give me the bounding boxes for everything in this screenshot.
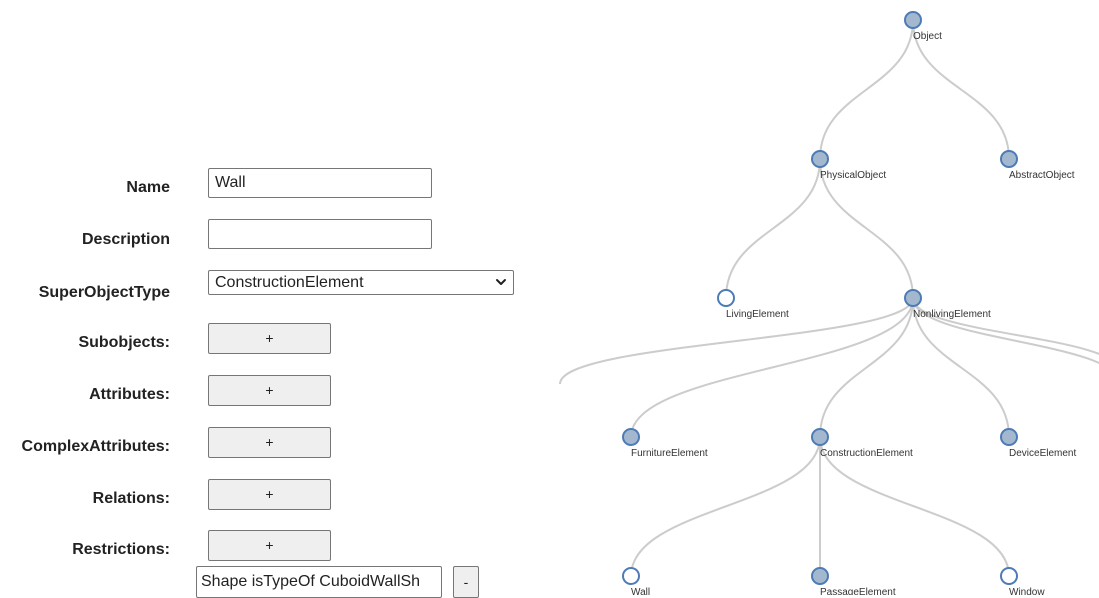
tree-node-wall[interactable]: Wall <box>622 567 650 595</box>
tree-links <box>559 19 1099 577</box>
tree-node-circle[interactable] <box>904 11 922 29</box>
object-type-tree: Object PhysicalObject AbstractObject Living… <box>559 11 1099 595</box>
tree-node-circle[interactable] <box>811 567 829 585</box>
tree-node-nonliving[interactable]: NonlivingElement <box>904 289 991 320</box>
tree-node-label: NonlivingElement <box>913 309 991 320</box>
tree-node-abstract[interactable]: AbstractObject <box>1000 150 1075 181</box>
tree-node-label: ConstructionElement <box>820 448 913 459</box>
tree-node-living[interactable]: LivingElement <box>717 289 789 320</box>
tree-node-label: DeviceElement <box>1009 448 1076 459</box>
tree-link-nonliving-construction <box>819 297 914 438</box>
tree-nodes: Object PhysicalObject AbstractObject Living… <box>622 11 1076 595</box>
tree-node-passage[interactable]: PassageElement <box>811 567 896 595</box>
tree-node-label: Window <box>1009 587 1045 595</box>
tree-node-furniture[interactable]: FurnitureElement <box>622 428 708 459</box>
tree-node-circle[interactable] <box>811 428 829 446</box>
tree-node-circle[interactable] <box>622 428 640 446</box>
tree-node-circle[interactable] <box>717 289 735 307</box>
tree-node-label: PassageElement <box>820 587 896 595</box>
tree-node-label: AbstractObject <box>1009 170 1075 181</box>
tree-node-circle[interactable] <box>1000 567 1018 585</box>
tree-node-label: Object <box>913 31 942 42</box>
tree-node-circle[interactable] <box>1000 428 1018 446</box>
tree-node-window[interactable]: Window <box>1000 567 1045 595</box>
tree-node-label: FurnitureElement <box>631 448 708 459</box>
tree-node-construction[interactable]: ConstructionElement <box>811 428 913 459</box>
tree-node-circle[interactable] <box>622 567 640 585</box>
tree-node-label: Wall <box>631 587 650 595</box>
tree-node-device[interactable]: DeviceElement <box>1000 428 1076 459</box>
tree-node-circle[interactable] <box>811 150 829 168</box>
tree-node-label: PhysicalObject <box>820 170 886 181</box>
tree-node-physical[interactable]: PhysicalObject <box>811 150 886 181</box>
tree-link-physical-living <box>725 158 821 299</box>
tree-node-circle[interactable] <box>904 289 922 307</box>
tree-node-circle[interactable] <box>1000 150 1018 168</box>
tree-node-label: LivingElement <box>726 309 789 320</box>
tree-link-object-physical <box>819 19 914 160</box>
